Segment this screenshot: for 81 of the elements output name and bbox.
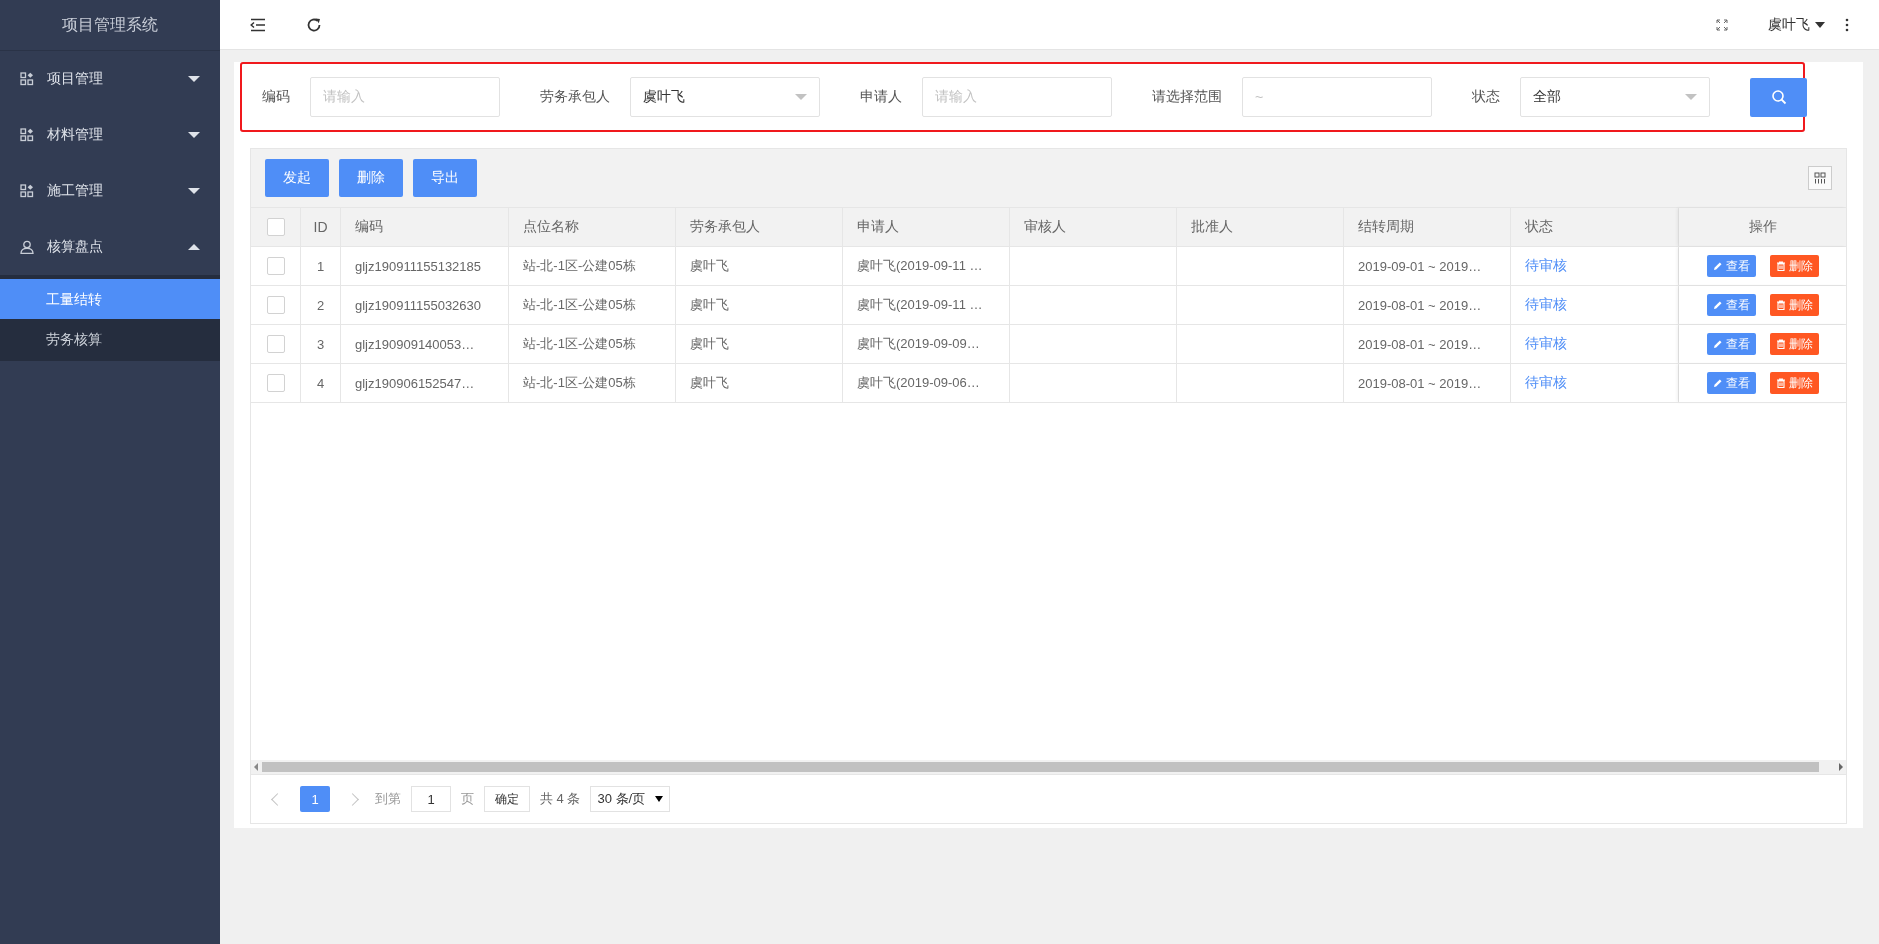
caret-icon	[188, 76, 200, 82]
fullscreen-icon[interactable]	[1716, 18, 1728, 31]
columns-button[interactable]	[1808, 166, 1832, 190]
delete-button[interactable]: 删除	[1769, 255, 1819, 277]
status-link[interactable]: 待审核	[1525, 257, 1567, 275]
toolbar-button[interactable]: 导出	[413, 159, 477, 197]
search-icon	[1770, 89, 1787, 105]
row-checkbox[interactable]	[266, 335, 285, 353]
table-cell: 2019-08-01 ~ 2019…	[1344, 364, 1511, 402]
menu-label: 项目管理	[47, 70, 104, 88]
view-button[interactable]: 查看	[1706, 333, 1756, 355]
page-unit: 页	[461, 790, 474, 808]
submenu-item[interactable]: 工量结转	[0, 279, 220, 319]
pencil-icon	[1712, 300, 1723, 310]
status-link[interactable]: 待审核	[1525, 296, 1567, 314]
status-link[interactable]: 待审核	[1525, 335, 1567, 353]
trash-icon	[1775, 339, 1786, 349]
view-button[interactable]: 查看	[1706, 294, 1756, 316]
filter-label: 状态	[1472, 88, 1500, 106]
select-field[interactable]: 全部	[1520, 77, 1710, 117]
view-button[interactable]: 查看	[1706, 255, 1756, 277]
table-cell: gljz190906152547…	[341, 364, 509, 402]
input-field[interactable]: 请输入	[922, 77, 1112, 117]
horizontal-scrollbar[interactable]	[251, 760, 1846, 774]
more-icon[interactable]	[1845, 17, 1849, 32]
confirm-button[interactable]: 确定	[484, 786, 530, 812]
menu-item[interactable]: 施工管理	[0, 163, 220, 219]
user-menu[interactable]: 虞叶飞	[1768, 15, 1825, 34]
column-header: 操作	[1679, 208, 1846, 246]
status-link[interactable]: 待审核	[1525, 374, 1567, 392]
caret-icon	[188, 244, 200, 250]
toolbar-button[interactable]: 发起	[265, 159, 329, 197]
table-cell: 虞叶飞	[676, 364, 843, 402]
page-size-select[interactable]: 30 条/页	[590, 786, 671, 812]
pencil-icon	[1712, 378, 1723, 388]
filter-label: 劳务承包人	[540, 88, 610, 106]
pencil-icon	[1712, 261, 1723, 271]
submenu-item[interactable]: 劳务核算	[0, 319, 220, 359]
page-number[interactable]: 1	[300, 786, 330, 812]
row-checkbox[interactable]	[266, 257, 285, 275]
table-cell: 4	[301, 364, 341, 402]
row-checkbox[interactable]	[266, 374, 285, 392]
grid-icon	[20, 72, 34, 86]
date-range-field[interactable]: ~	[1242, 77, 1432, 117]
grid-icon	[20, 184, 34, 198]
row-checkbox[interactable]	[266, 296, 285, 314]
toolbar-button[interactable]: 删除	[339, 159, 403, 197]
delete-button[interactable]: 删除	[1769, 333, 1819, 355]
menu-label: 施工管理	[47, 182, 104, 200]
select-all-checkbox[interactable]	[266, 218, 285, 236]
grid-icon	[20, 128, 34, 142]
page-input[interactable]: 1	[411, 786, 451, 812]
trash-icon	[1775, 300, 1786, 310]
table-cell: 站-北-1区-公建05栋	[509, 364, 676, 402]
menu-item[interactable]: 核算盘点	[0, 219, 220, 275]
menu-item[interactable]: 项目管理	[0, 51, 220, 107]
total-count: 共 4 条	[540, 790, 581, 808]
trash-icon	[1775, 378, 1786, 388]
menu-item[interactable]: 材料管理	[0, 107, 220, 163]
view-button[interactable]: 查看	[1706, 372, 1756, 394]
filter-label: 请选择范围	[1152, 88, 1222, 106]
columns-icon	[1814, 172, 1826, 184]
trash-icon	[1775, 261, 1786, 271]
menu-label: 材料管理	[47, 126, 104, 144]
refresh-icon[interactable]	[306, 16, 322, 33]
menu-label: 核算盘点	[47, 238, 104, 256]
table-cell: 虞叶飞(2019-09-06…	[843, 364, 1010, 402]
caret-icon	[188, 188, 200, 194]
filter-label: 编码	[262, 88, 290, 106]
pencil-icon	[1712, 339, 1723, 349]
filter-label: 申请人	[860, 88, 902, 106]
user-icon	[20, 240, 34, 254]
delete-button[interactable]: 删除	[1769, 294, 1819, 316]
search-button[interactable]	[1750, 77, 1807, 117]
app-title: 项目管理系统	[62, 14, 158, 35]
input-field[interactable]: 请输入	[310, 77, 500, 117]
menu-icon[interactable]	[250, 17, 266, 32]
delete-button[interactable]: 删除	[1769, 372, 1819, 394]
caret-icon	[188, 132, 200, 138]
select-field[interactable]: 虞叶飞	[630, 77, 820, 117]
goto-label: 到第	[375, 790, 401, 808]
